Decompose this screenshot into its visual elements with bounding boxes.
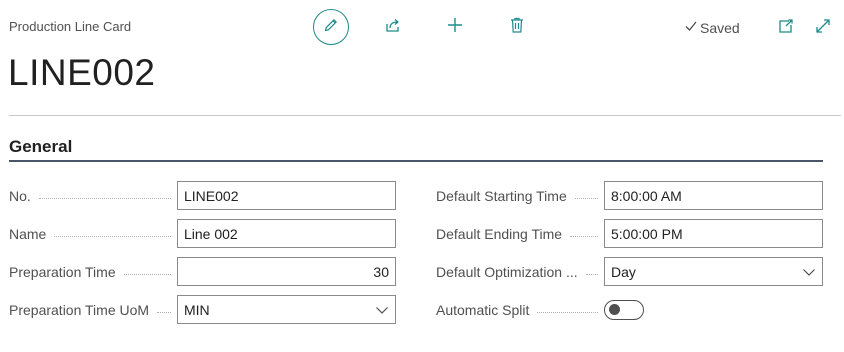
toggle-knob — [609, 304, 620, 315]
automatic-split-toggle[interactable] — [604, 300, 644, 320]
section-underline — [9, 160, 823, 162]
field-label-default-ending-time: Default Ending Time — [436, 220, 604, 248]
default-optimization-value: Day — [611, 263, 636, 280]
field-label-preparation-time-uom: Preparation Time UoM — [9, 296, 177, 324]
saved-label: Saved — [700, 19, 740, 36]
header-divider — [9, 115, 841, 116]
new-button[interactable] — [444, 16, 466, 38]
default-ending-time-value: 5:00:00 PM — [611, 225, 683, 242]
saved-status: Saved — [684, 19, 740, 36]
edit-button[interactable] — [313, 9, 349, 45]
field-label-default-optimization: Default Optimization ... — [436, 258, 604, 286]
no-field[interactable]: LINE002 — [177, 181, 396, 210]
name-value: Line 002 — [184, 225, 238, 242]
default-starting-time-value: 8:00:00 AM — [611, 187, 682, 204]
plus-icon — [446, 16, 464, 39]
chevron-down-icon — [802, 264, 816, 280]
delete-button[interactable] — [506, 16, 528, 38]
page-title: LINE002 — [8, 52, 156, 93]
checkmark-icon — [684, 19, 698, 36]
preparation-time-field[interactable]: 30 — [177, 257, 396, 286]
default-starting-time-field[interactable]: 8:00:00 AM — [604, 181, 823, 210]
section-title-general: General — [9, 137, 73, 156]
default-ending-time-field[interactable]: 5:00:00 PM — [604, 219, 823, 248]
field-label-default-starting-time: Default Starting Time — [436, 182, 604, 210]
pencil-icon — [323, 17, 339, 38]
field-label-preparation-time: Preparation Time — [9, 258, 177, 286]
share-icon — [384, 16, 402, 39]
field-label-automatic-split: Automatic Split — [436, 296, 604, 324]
preparation-time-value: 30 — [373, 263, 389, 280]
default-optimization-select[interactable]: Day — [604, 257, 823, 286]
chevron-down-icon — [375, 302, 389, 318]
open-new-window-button[interactable] — [775, 17, 797, 39]
no-value: LINE002 — [184, 187, 239, 204]
page-caption: Production Line Card — [9, 19, 132, 34]
expand-icon — [814, 17, 832, 40]
expand-button[interactable] — [812, 17, 834, 39]
trash-icon — [508, 16, 526, 39]
preparation-time-uom-value: MIN — [184, 301, 210, 318]
open-in-new-window-icon — [777, 17, 795, 40]
name-field[interactable]: Line 002 — [177, 219, 396, 248]
field-label-name: Name — [9, 220, 177, 248]
share-button[interactable] — [382, 16, 404, 38]
preparation-time-uom-select[interactable]: MIN — [177, 295, 396, 324]
field-label-no: No. — [9, 182, 177, 210]
